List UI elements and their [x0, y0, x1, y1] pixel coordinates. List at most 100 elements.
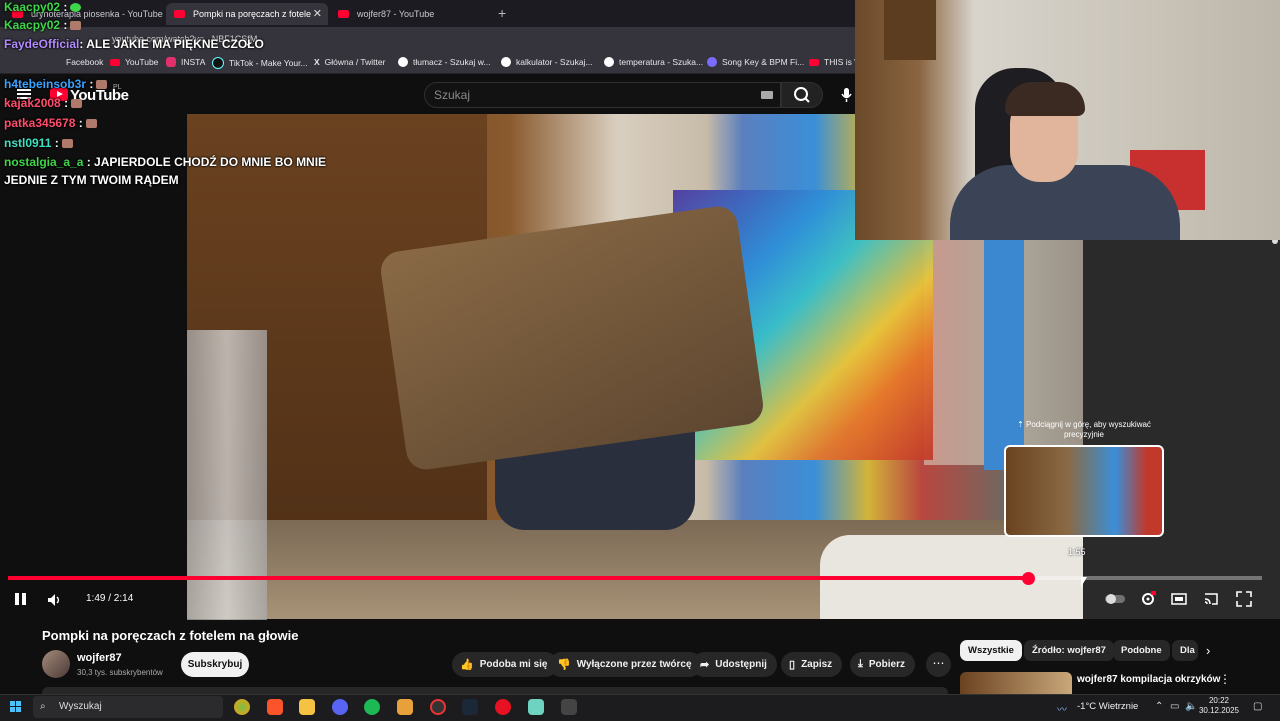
youtube-favicon-icon — [174, 10, 185, 18]
tray-chevron-icon[interactable]: ⌃ — [1155, 701, 1163, 712]
chat-message: Kaacpy02 : — [4, 18, 82, 33]
autoplay-toggle-icon[interactable] — [1105, 591, 1125, 607]
bookmark-kalkulator[interactable]: kalkulator - Szukaj... — [501, 57, 593, 67]
tab-label: Pompki na poręczach z fotele — [193, 9, 312, 19]
recommendation-title[interactable]: wojfer87 kompilacja okrzyków — [1077, 674, 1220, 685]
mouse-cursor-icon — [1081, 577, 1087, 587]
microphone-icon[interactable] — [835, 82, 857, 108]
video-title: Pompki na poręczach z fotelem na głowie — [42, 628, 299, 643]
bookmark-songkey[interactable]: Song Key & BPM Fi... — [707, 57, 804, 67]
clock-time: 20:22 — [1208, 696, 1230, 705]
music-icon — [707, 57, 717, 67]
like-button[interactable]: 👍 Podoba mi się — [452, 652, 558, 677]
chat-message: FaydeOfficial: ALE JAKIE MA PIĘKNE CZOŁO — [4, 37, 264, 51]
chat-message: patka345678 : — [4, 116, 97, 131]
file-explorer-icon[interactable] — [299, 699, 315, 715]
youtube-icon — [110, 58, 120, 66]
network-icon[interactable]: ▭ — [1170, 701, 1179, 712]
bookmark-tlumacz[interactable]: tłumacz - Szukaj w... — [398, 57, 490, 67]
bookmark-facebook[interactable]: Facebook — [66, 57, 103, 67]
taskbar-clock[interactable]: 20:22 30.12.2025 — [1198, 696, 1240, 716]
taskbar-search-placeholder: Wyszukaj — [59, 701, 102, 712]
weather-text[interactable]: -1°C Wietrznie — [1077, 701, 1138, 712]
cast-icon[interactable] — [1203, 591, 1219, 607]
chip-source[interactable]: Źródło: wojfer87 — [1024, 640, 1114, 661]
google-icon — [501, 57, 511, 67]
chat-message: h4tebeinsob3r : — [4, 77, 108, 92]
keyboard-icon[interactable] — [761, 91, 773, 99]
emote-icon — [61, 139, 73, 149]
bookmark-insta[interactable]: INSTA — [166, 57, 205, 67]
webcam-scene-shelf — [884, 0, 936, 60]
windows-start-icon[interactable] — [10, 701, 21, 712]
emote-icon — [85, 119, 97, 129]
notifications-icon[interactable]: ▢ — [1253, 701, 1262, 712]
thumbs-up-icon: 👍 — [460, 659, 474, 671]
thumbs-down-icon: 👎 — [557, 659, 571, 671]
app-icon-1[interactable] — [234, 699, 250, 715]
discord-icon[interactable] — [332, 699, 348, 715]
chip-related[interactable]: Podobne — [1113, 640, 1170, 661]
steam-icon[interactable] — [462, 699, 478, 715]
search-icon — [794, 87, 810, 103]
save-button[interactable]: ▯ Zapisz — [781, 652, 843, 677]
channel-avatar[interactable] — [42, 650, 70, 678]
channel-name[interactable]: wojfer87 — [77, 652, 122, 664]
emote-icon — [71, 99, 83, 109]
settings-gear-icon[interactable] — [1140, 591, 1157, 607]
chat-message: kajak2008 : — [4, 96, 83, 111]
chat-message: Kaacpy02 : — [4, 0, 82, 15]
progress-bar-played — [8, 576, 1028, 580]
chip-for-you[interactable]: Dla — [1172, 640, 1198, 661]
search-placeholder: Szukaj — [434, 88, 471, 102]
chat-message: nstl0911 : — [4, 136, 73, 151]
subscribe-button[interactable]: Subskrybuj — [181, 652, 249, 677]
youtube-icon — [809, 58, 819, 66]
recommendation-thumbnail[interactable] — [960, 672, 1072, 694]
speaker-icon[interactable]: 🔈 — [1185, 701, 1197, 712]
share-icon: ➦ — [700, 659, 710, 671]
obs-icon[interactable] — [430, 699, 446, 715]
emote-icon — [96, 80, 108, 90]
youtube-app-icon[interactable] — [495, 699, 511, 715]
chat-message: nostalgia_a_a : JAPIERDOLE CHODŹ DO MNIE… — [4, 155, 327, 169]
close-tab-icon[interactable]: ✕ — [313, 7, 322, 20]
clock-date: 30.12.2025 — [1198, 706, 1240, 715]
brave-browser-icon[interactable] — [267, 699, 283, 715]
tab-pompki[interactable]: Pompki na poręczach z fotele ✕ — [166, 3, 328, 25]
bookmark-icon: ▯ — [789, 659, 796, 671]
bookmark-youtube[interactable]: YouTube — [110, 57, 158, 67]
theater-mode-icon[interactable] — [1171, 591, 1187, 607]
youtube-favicon-icon — [338, 10, 349, 18]
chevron-right-icon[interactable]: › — [1206, 643, 1210, 658]
emote-icon — [70, 3, 82, 13]
pause-icon[interactable] — [15, 593, 19, 605]
media-player-icon[interactable] — [397, 699, 413, 715]
webcam-scene-streamer-hair — [1005, 82, 1085, 116]
new-tab-plus-icon[interactable]: + — [498, 5, 506, 21]
share-button[interactable]: ➦ Udostępnij — [692, 652, 777, 677]
volume-icon[interactable] — [48, 593, 62, 606]
progress-scrubber[interactable] — [1021, 572, 1035, 585]
more-actions-icon[interactable]: ⋯ — [926, 652, 951, 677]
app-icon-3[interactable] — [561, 699, 577, 715]
google-icon — [604, 57, 614, 67]
recommendation-menu-icon[interactable]: ⋮ — [1219, 672, 1231, 686]
search-button[interactable] — [781, 82, 823, 108]
tab-wojfer87[interactable]: wojfer87 - YouTube — [330, 3, 490, 25]
region-code: PL — [113, 84, 122, 91]
bookmark-twitter[interactable]: X Główna / Twitter — [314, 57, 385, 67]
fullscreen-exit-icon[interactable] — [1236, 591, 1252, 607]
download-button[interactable]: ⤓ Pobierz — [850, 652, 915, 677]
weather-wind-icon[interactable]: 〰 — [1057, 701, 1067, 716]
search-input[interactable] — [424, 82, 781, 108]
app-icon-2[interactable] — [528, 699, 544, 715]
spotify-icon[interactable] — [364, 699, 380, 715]
scrub-hint: ⇡ Podciągnij w górę, aby wyszukiwać prec… — [1017, 420, 1151, 439]
scrub-preview-thumbnail — [1004, 445, 1164, 537]
chip-all[interactable]: Wszystkie — [960, 640, 1022, 661]
chat-message-continuation: JEDNIE Z TYM TWOIM RĄDEM — [4, 173, 179, 187]
bookmark-temperatura[interactable]: temperatura - Szuka... — [604, 57, 703, 67]
dislike-button[interactable]: 👎 Wyłączone przez twórcę — [549, 652, 702, 677]
bookmark-tiktok[interactable]: TikTok - Make Your... — [212, 57, 308, 69]
